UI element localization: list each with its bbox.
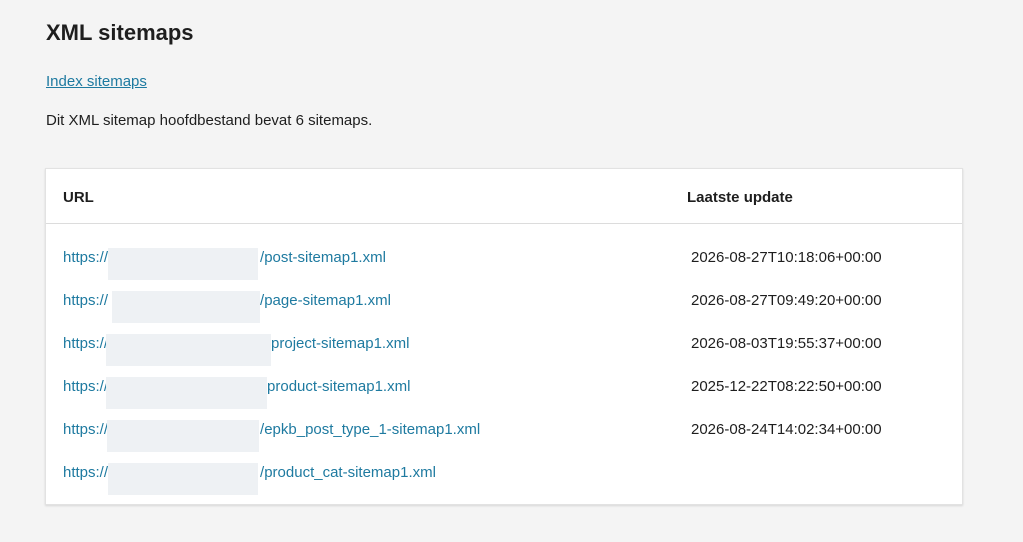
sitemap-link[interactable]: https:// /page-sitemap1.xml bbox=[63, 291, 391, 323]
url-prefix: https:// bbox=[63, 249, 109, 266]
index-sitemaps-link[interactable]: Index sitemaps bbox=[46, 73, 147, 90]
url-prefix: https:// bbox=[63, 292, 109, 309]
url-path: /page-sitemap1.xml bbox=[260, 292, 391, 309]
last-update-value: 2025-12-22T08:22:50+00:00 bbox=[691, 378, 882, 395]
table-row: https:// /epkb_post_type_1-sitemap1.xml 2… bbox=[46, 420, 962, 464]
last-update-value: 2026-08-03T19:55:37+00:00 bbox=[691, 335, 882, 352]
url-prefix: https:// bbox=[63, 464, 109, 481]
table-row: https:// /page-sitemap1.xml 2026-08-27T09… bbox=[46, 291, 962, 335]
sitemap-page: XML sitemaps Index sitemaps Dit XML site… bbox=[0, 0, 1023, 542]
table-row: https:// product-sitemap1.xml 2025-12-22T… bbox=[46, 377, 962, 421]
table-header: URL Laatste update bbox=[46, 169, 962, 224]
url-prefix: https:// bbox=[63, 378, 109, 395]
table-row: https:// /post-sitemap1.xml 2026-08-27T10… bbox=[46, 248, 962, 292]
sitemap-link[interactable]: https:// /product_cat-sitemap1.xml bbox=[63, 463, 436, 495]
url-path: /epkb_post_type_1-sitemap1.xml bbox=[260, 421, 481, 438]
url-prefix: https:// bbox=[63, 421, 109, 438]
column-header-last-update: Laatste update bbox=[687, 189, 793, 206]
url-path: /product_cat-sitemap1.xml bbox=[260, 464, 436, 481]
sitemap-description: Dit XML sitemap hoofdbestand bevat 6 sit… bbox=[46, 112, 373, 129]
sitemap-link[interactable]: https:// /epkb_post_type_1-sitemap1.xml bbox=[63, 420, 481, 452]
sitemap-link[interactable]: https:// product-sitemap1.xml bbox=[63, 377, 411, 409]
last-update-value: 2026-08-27T09:49:20+00:00 bbox=[691, 292, 882, 309]
column-header-url: URL bbox=[63, 189, 94, 206]
sitemap-link[interactable]: https:// project-sitemap1.xml bbox=[63, 334, 410, 366]
url-path: product-sitemap1.xml bbox=[267, 378, 411, 395]
sitemap-link[interactable]: https:// /post-sitemap1.xml bbox=[63, 248, 386, 280]
url-prefix: https:// bbox=[63, 335, 109, 352]
url-path: /post-sitemap1.xml bbox=[260, 249, 386, 266]
last-update-value: 2026-08-24T14:02:34+00:00 bbox=[691, 421, 882, 438]
sitemap-table: URL Laatste update https:// /post-sitemap… bbox=[45, 168, 963, 505]
url-path: project-sitemap1.xml bbox=[271, 335, 410, 352]
page-title: XML sitemaps bbox=[46, 20, 194, 45]
table-row: https:// /product_cat-sitemap1.xml bbox=[46, 463, 962, 507]
table-row: https:// project-sitemap1.xml 2026-08-03T… bbox=[46, 334, 962, 378]
last-update-value: 2026-08-27T10:18:06+00:00 bbox=[691, 249, 882, 266]
